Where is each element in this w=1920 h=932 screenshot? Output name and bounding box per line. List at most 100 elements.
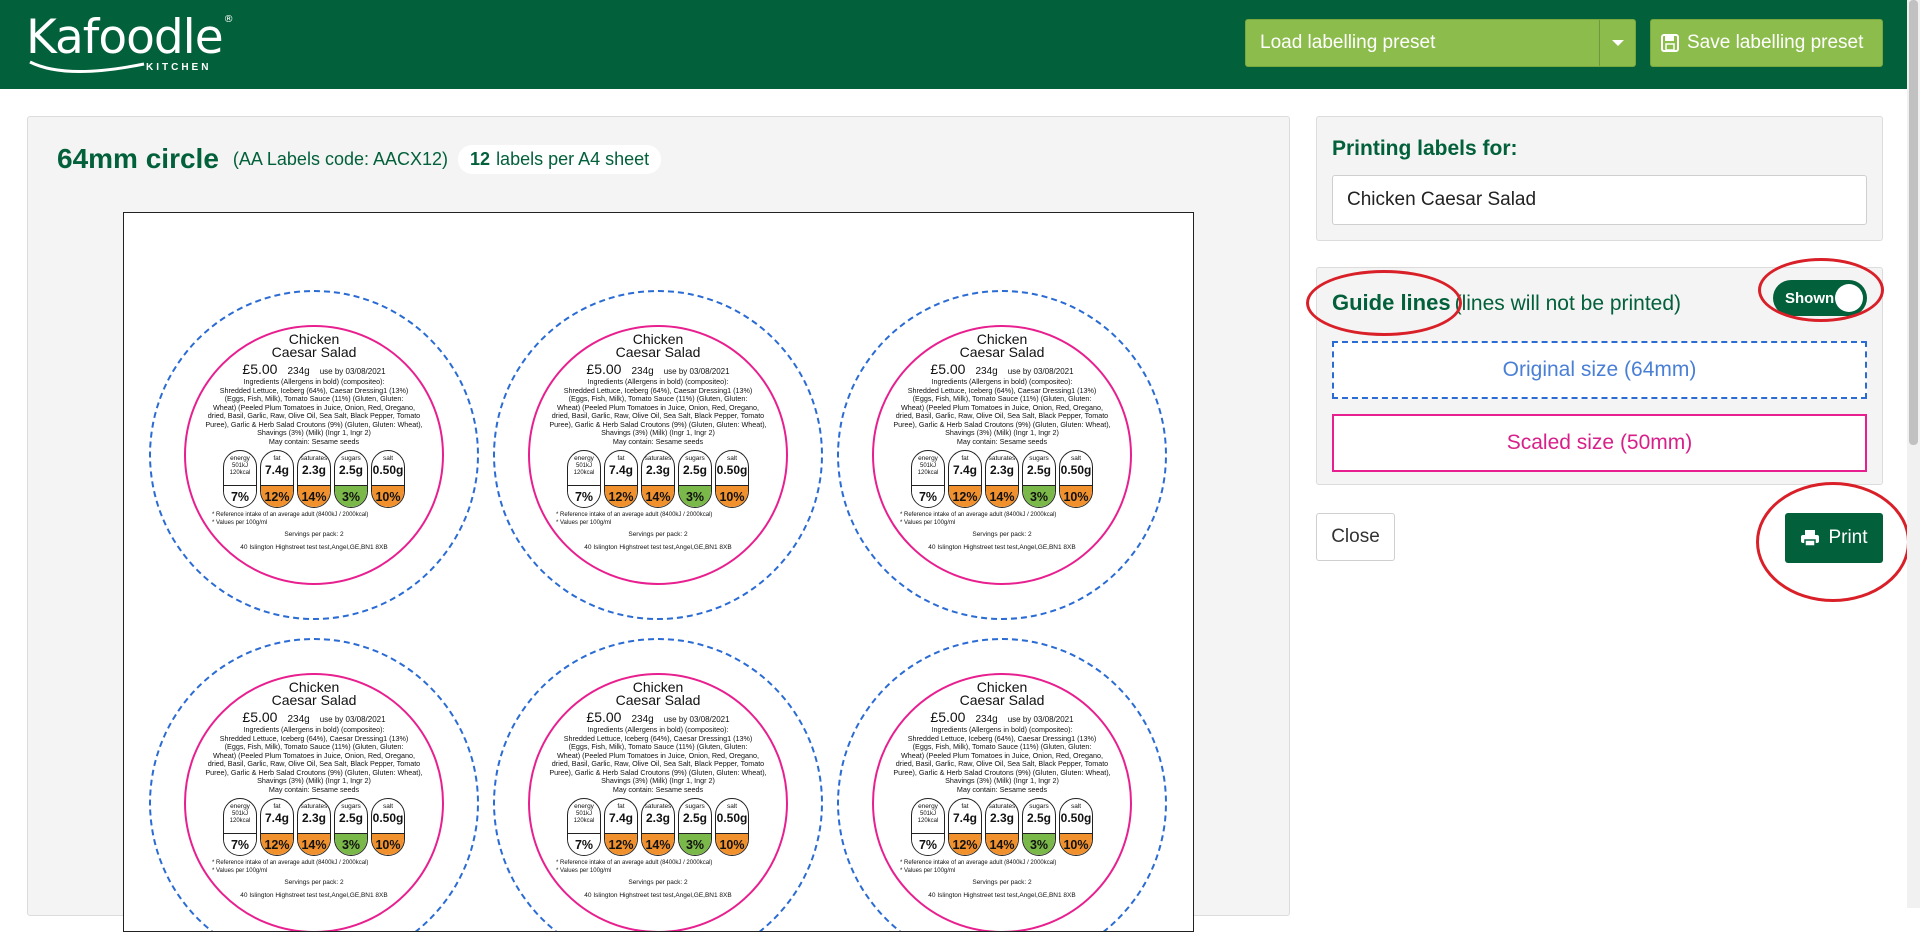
traffic-light-value: 0.50g — [372, 810, 404, 825]
label-title-line2: Caesar Salad — [615, 692, 701, 708]
traffic-light-percent: 3% — [335, 484, 367, 507]
traffic-light-name: fat — [273, 802, 281, 810]
traffic-light-sugars: sugars 2.5g 3% — [1022, 449, 1056, 508]
traffic-light-percent: 3% — [1023, 832, 1055, 855]
traffic-light-percent: 10% — [1060, 484, 1092, 507]
traffic-light-percent: 3% — [679, 832, 711, 855]
toggle-knob — [1835, 284, 1863, 312]
circle-label: Chicken Caesar Salad £5.00 234g use by 0… — [493, 290, 823, 620]
traffic-light-value: 2.5g — [1026, 462, 1051, 477]
traffic-light-name: saturates — [300, 802, 328, 810]
traffic-light-energy: energy 501kJ 120kcal 7% — [223, 449, 257, 508]
traffic-light-name: salt — [382, 802, 394, 810]
reference-intake-note: * Reference intake of an average adult (… — [900, 511, 1057, 518]
label-weight: 234g — [975, 714, 998, 725]
circle-label: Chicken Caesar Salad £5.00 234g use by 0… — [837, 290, 1167, 620]
traffic-light-percent: 10% — [716, 832, 748, 855]
label-ingredients: Ingredients (Allergens in bold) (composi… — [203, 725, 425, 786]
traffic-light-value: 2.5g — [338, 462, 363, 477]
app-header: Kafoodle ® KITCHEN Load labelling preset … — [0, 0, 1920, 89]
traffic-light-name: saturates — [644, 802, 672, 810]
reference-intake-note: * Reference intake of an average adult (… — [556, 859, 713, 866]
label-servings: Servings per pack: 2 — [972, 878, 1032, 886]
traffic-light-percent: 10% — [716, 484, 748, 507]
label-use-by: use by 03/08/2021 — [319, 367, 386, 376]
label-may-contain: May contain: Sesame seeds — [268, 784, 360, 794]
page-scrollbar[interactable] — [1907, 0, 1920, 908]
load-preset-label: Load labelling preset — [1260, 32, 1436, 53]
printing-for-input[interactable] — [1332, 175, 1867, 225]
label-weight: 234g — [631, 366, 654, 377]
circle-label: Chicken Caesar Salad £5.00 234g use by 0… — [149, 290, 479, 620]
traffic-light-value: 7.4g — [952, 462, 977, 477]
label-address: 40 Islington Highstreet test test,Angel,… — [240, 543, 388, 551]
circle-label: Chicken Caesar Salad £5.00 234g use by 0… — [149, 638, 479, 931]
traffic-light-name: saturates — [644, 454, 672, 462]
traffic-light-energy: energy 501kJ 120kcal 7% — [911, 797, 945, 856]
traffic-light-salt: salt 0.50g 10% — [371, 449, 405, 508]
traffic-light-name: salt — [726, 802, 738, 810]
traffic-light-name: saturates — [988, 454, 1016, 462]
traffic-light-name: salt — [1070, 454, 1082, 462]
logo-registered-mark: ® — [223, 14, 234, 25]
traffic-light-percent: 10% — [372, 832, 404, 855]
traffic-light-value: 2.3g — [645, 462, 670, 477]
traffic-light-energy: energy 501kJ 120kcal 7% — [567, 797, 601, 856]
traffic-light-name: fat — [273, 454, 281, 462]
traffic-light-value: 2.3g — [989, 810, 1014, 825]
guide-lines-panel: Guide lines (lines will not be printed) … — [1316, 267, 1883, 485]
traffic-light-percent: 14% — [986, 484, 1018, 507]
close-button[interactable]: Close — [1316, 513, 1395, 561]
label-content: Chicken Caesar Salad £5.00 234g use by 0… — [184, 673, 444, 931]
traffic-light-row: energy 501kJ 120kcal 7% fat 7.4g 12% saturates… — [528, 449, 788, 508]
traffic-light-sugars: sugars 2.5g 3% — [334, 449, 368, 508]
traffic-light-value: 7.4g — [952, 810, 977, 825]
label-may-contain: May contain: Sesame seeds — [956, 784, 1048, 794]
traffic-light-percent: 12% — [605, 484, 637, 507]
label-content: Chicken Caesar Salad £5.00 234g use by 0… — [528, 673, 788, 931]
reference-intake-note: * Reference intake of an average adult (… — [212, 859, 369, 866]
print-label: Print — [1828, 527, 1868, 548]
reference-intake-note: * Reference intake of an average adult (… — [212, 511, 369, 518]
labels-count-suffix: labels per A4 sheet — [496, 148, 650, 169]
chevron-down-icon[interactable] — [1599, 20, 1635, 66]
traffic-light-name: energy — [230, 454, 250, 462]
label-address: 40 Islington Highstreet test test,Angel,… — [240, 891, 388, 899]
guide-lines-toggle[interactable]: Shown — [1773, 280, 1867, 316]
label-servings: Servings per pack: 2 — [628, 878, 688, 886]
traffic-light-name: fat — [961, 454, 969, 462]
label-ingredients: Ingredients (Allergens in bold) (composi… — [203, 377, 425, 438]
label-weight: 234g — [287, 366, 310, 377]
sheet-name: 64mm circle — [57, 143, 219, 174]
label-title: Chicken Caesar Salad — [528, 332, 788, 359]
scrollbar-thumb[interactable] — [1909, 0, 1918, 445]
label-price: £5.00 — [586, 709, 622, 725]
traffic-light-percent: 3% — [1023, 484, 1055, 507]
traffic-light-energy: energy 501kJ 120kcal 7% — [223, 797, 257, 856]
traffic-light-saturates: saturates 2.3g 14% — [297, 797, 331, 856]
traffic-light-name: fat — [617, 802, 625, 810]
label-use-by: use by 03/08/2021 — [319, 715, 386, 724]
traffic-light-percent: 3% — [335, 832, 367, 855]
traffic-light-name: sugars — [1029, 454, 1049, 462]
load-preset-select[interactable]: Load labelling preset — [1245, 19, 1636, 67]
traffic-light-sugars: sugars 2.5g 3% — [334, 797, 368, 856]
traffic-light-percent: 14% — [642, 832, 674, 855]
traffic-light-value: 2.3g — [989, 462, 1014, 477]
print-button[interactable]: Print — [1785, 513, 1883, 563]
save-preset-button[interactable]: Save labelling preset — [1650, 19, 1883, 67]
reference-intake-note: * Reference intake of an average adult (… — [900, 859, 1057, 866]
traffic-light-value: 501kJ 120kcal — [573, 810, 595, 824]
traffic-light-value: 7.4g — [264, 462, 289, 477]
traffic-light-name: sugars — [341, 802, 361, 810]
printing-for-label: Printing labels for: — [1332, 137, 1518, 160]
traffic-light-row: energy 501kJ 120kcal 7% fat 7.4g 12% saturates… — [184, 797, 444, 856]
kafoodle-logo[interactable]: Kafoodle ® KITCHEN — [26, 12, 234, 74]
guide-lines-heading: Guide lines (lines will not be printed) — [1332, 290, 1681, 316]
traffic-light-percent: 3% — [679, 484, 711, 507]
label-title-line2: Caesar Salad — [959, 692, 1045, 708]
label-price: £5.00 — [930, 709, 966, 725]
logo-swoosh-icon — [29, 60, 145, 74]
traffic-light-value: 2.5g — [338, 810, 363, 825]
traffic-light-value: 0.50g — [716, 462, 748, 477]
